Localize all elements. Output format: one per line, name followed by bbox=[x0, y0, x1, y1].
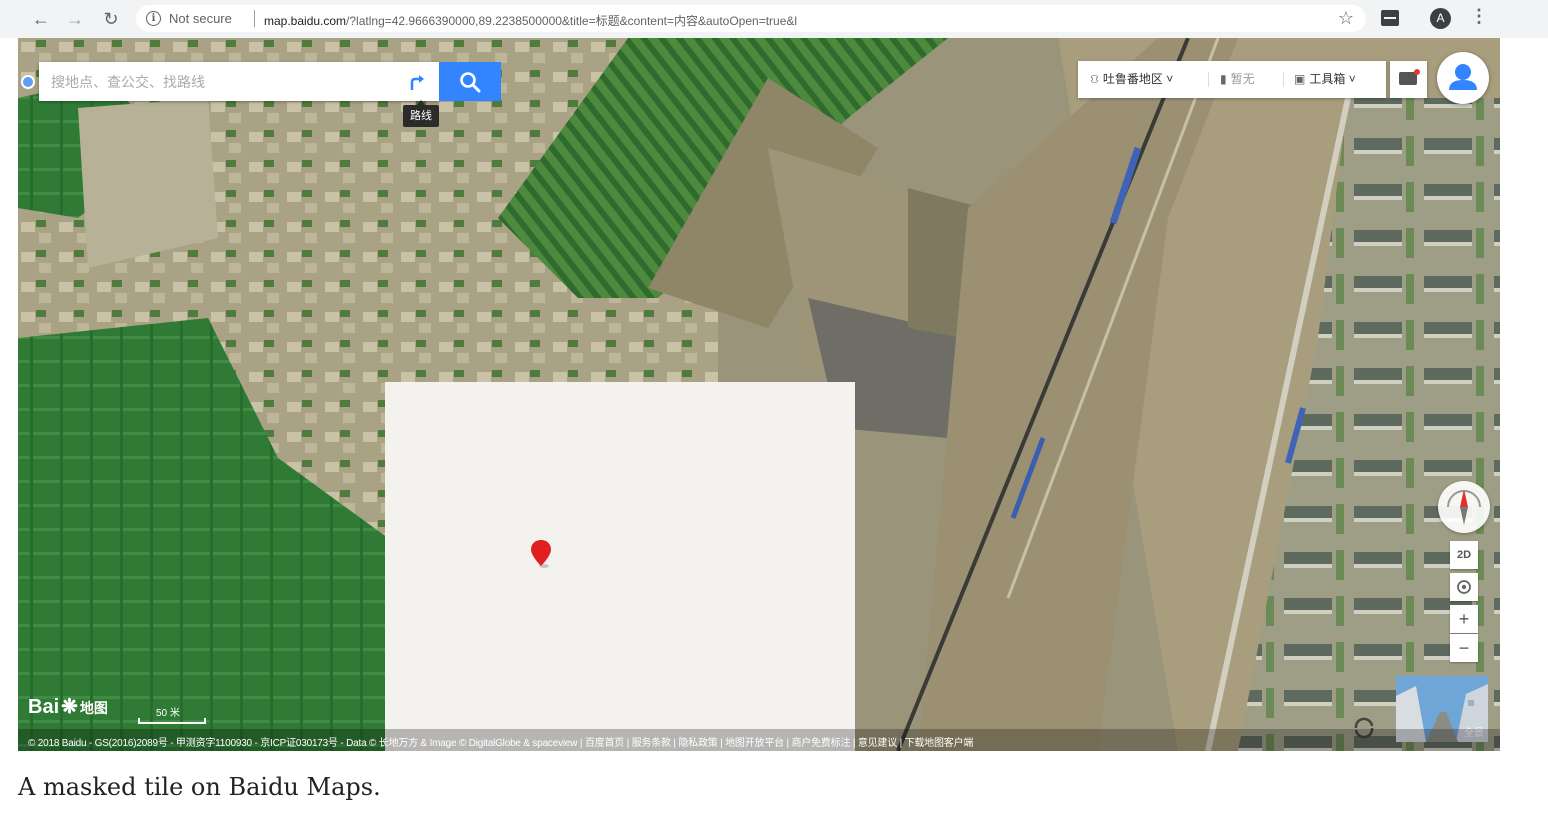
user-icon bbox=[1449, 64, 1477, 90]
region-selector[interactable]: ⛻ 吐鲁番地区 ˅ bbox=[1090, 61, 1173, 98]
attribution-bar: © 2018 Baidu - GS(2016)2089号 - 甲测资字11009… bbox=[18, 729, 1500, 751]
chevron-down-icon: ˅ bbox=[1348, 72, 1356, 86]
toolbox-label: 工具箱 bbox=[1309, 72, 1346, 86]
baidu-logo[interactable]: Bai ❋ 地图 bbox=[28, 694, 108, 722]
search-icon bbox=[460, 72, 481, 93]
attribution-text[interactable]: © 2018 Baidu - GS(2016)2089号 - 甲测资字11009… bbox=[28, 734, 973, 749]
extension-icon[interactable] bbox=[1381, 10, 1399, 26]
thermometer-icon: ▮ bbox=[1220, 72, 1227, 86]
address-divider bbox=[254, 10, 255, 27]
address-bar[interactable]: i Not secure map.baidu.com/?latlng=42.96… bbox=[136, 5, 1366, 32]
figure-caption: A masked tile on Baidu Maps. bbox=[18, 773, 381, 801]
forward-arrow-icon[interactable]: → bbox=[64, 8, 86, 30]
scale-label: 50 米 bbox=[156, 708, 180, 719]
map-pin-icon[interactable] bbox=[530, 539, 552, 569]
zoom-in-button[interactable]: + bbox=[1450, 605, 1478, 633]
location-dot[interactable] bbox=[21, 75, 35, 89]
masked-tile bbox=[385, 382, 855, 751]
star-icon[interactable]: ☆ bbox=[1338, 8, 1354, 29]
search-button[interactable] bbox=[439, 62, 501, 101]
profile-icon[interactable]: A bbox=[1430, 8, 1451, 29]
compass-icon bbox=[1447, 489, 1481, 525]
city-icon: ⛻ bbox=[1090, 72, 1099, 86]
weather-item[interactable]: ▮ 暂无 bbox=[1220, 61, 1255, 98]
chevron-down-icon: ˅ bbox=[1166, 72, 1174, 86]
info-icon[interactable]: i bbox=[146, 11, 161, 26]
toolbox-menu[interactable]: ▣ 工具箱 ˅ bbox=[1294, 61, 1356, 98]
locate-icon bbox=[1457, 580, 1471, 594]
url-text[interactable]: map.baidu.com/?latlng=42.9666390000,89.2… bbox=[264, 12, 797, 29]
paw-icon: ❋ bbox=[61, 696, 78, 718]
user-avatar[interactable] bbox=[1437, 52, 1489, 104]
search-input[interactable] bbox=[49, 71, 393, 93]
browser-toolbar: ← → ↻ i Not secure map.baidu.com/?latlng… bbox=[0, 0, 1548, 38]
back-arrow-icon[interactable]: ← bbox=[30, 8, 52, 30]
security-label: Not secure bbox=[169, 11, 232, 26]
url-host: map.baidu.com bbox=[264, 14, 347, 28]
menu-icon[interactable]: ⋮ bbox=[1470, 6, 1488, 27]
toolbar-divider bbox=[1208, 72, 1209, 87]
search-box bbox=[39, 62, 439, 101]
notification-dot bbox=[1414, 69, 1420, 75]
compass-control[interactable] bbox=[1438, 481, 1490, 533]
zoom-out-button[interactable]: − bbox=[1450, 634, 1478, 662]
message-button[interactable] bbox=[1390, 61, 1427, 98]
reload-icon[interactable]: ↻ bbox=[100, 8, 122, 30]
toolbox-icon: ▣ bbox=[1294, 72, 1306, 86]
region-label: 吐鲁番地区 bbox=[1102, 72, 1163, 86]
weather-label: 暂无 bbox=[1230, 72, 1255, 86]
toolbar-divider bbox=[1283, 72, 1284, 87]
locate-button[interactable] bbox=[1450, 573, 1478, 601]
scale-bar bbox=[138, 718, 206, 724]
url-path: /?latlng=42.9666390000,89.2238500000&tit… bbox=[346, 14, 798, 28]
map-viewport[interactable]: 路线 ⛻吐鲁番地区 ˅ ▮暂无 ▣工具箱 ˅ 2D bbox=[18, 38, 1500, 751]
route-icon[interactable] bbox=[405, 70, 429, 94]
map-toolbar: ⛻ 吐鲁番地区 ˅ ▮ 暂无 ▣ 工具箱 ˅ bbox=[1078, 61, 1386, 98]
route-tooltip: 路线 bbox=[403, 100, 439, 127]
view-2d-button[interactable]: 2D bbox=[1450, 541, 1478, 569]
